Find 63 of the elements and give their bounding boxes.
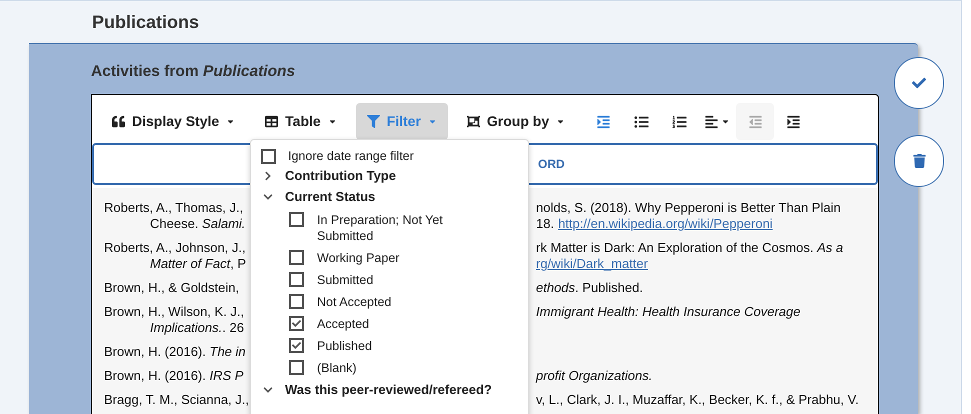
checkbox[interactable]	[289, 212, 304, 227]
chevron-right-icon	[263, 170, 273, 180]
trash-icon	[912, 154, 926, 168]
toolbar-menu[interactable]: Display Style	[101, 103, 246, 140]
checkbox[interactable]	[289, 316, 304, 331]
filter-group-header[interactable]: Was this peer-reviewed/refereed?	[261, 379, 528, 400]
filter-option-label: In Preparation; Not Yet Submitted	[317, 212, 444, 244]
citation-text: ethods. Published.	[536, 280, 643, 296]
check-icon	[292, 341, 301, 350]
citation-text: profit Organizations.	[536, 368, 652, 384]
align-left-icon	[704, 114, 720, 128]
filter-option-label: Submitted	[317, 272, 374, 288]
checkbox[interactable]	[289, 250, 304, 265]
filter-option-label: Not Accepted	[317, 294, 392, 310]
page-title: Publications	[92, 10, 200, 34]
check-icon	[292, 319, 301, 328]
bullet-list-icon	[634, 114, 649, 128]
quote-icon	[112, 115, 125, 128]
citation-text: Bragg, T. M., Scianna, J.,	[104, 392, 249, 408]
citation-link[interactable]: rg/wiki/Dark_matter	[536, 256, 648, 272]
filter-icon	[366, 115, 380, 128]
keyword-label: ORD	[538, 156, 566, 173]
numbered-list-icon	[672, 114, 687, 128]
citation-text: Brown, H., Wilson, K. J.,	[104, 304, 246, 320]
citation-link[interactable]: http://en.wikipedia.org/wiki/Pepperoni	[558, 216, 773, 232]
indent-icon	[786, 114, 801, 128]
panel-title: Activities from Publications	[91, 63, 296, 80]
filter-option-label: Working Paper	[317, 250, 400, 266]
citation-text: Matter of Fact, P	[149, 256, 248, 272]
filter-group-header[interactable]: Current Status	[261, 186, 528, 207]
filter-group-header[interactable]: Contribution Type	[261, 165, 528, 186]
chevron-down-icon	[263, 192, 273, 202]
citation-text: rk Matter is Dark: An Exploration of the Cosmos. As a	[536, 240, 844, 256]
indent-icon	[596, 114, 611, 128]
citation-text: 18.	[536, 216, 554, 232]
toolbar-menu[interactable]: Group by	[456, 103, 576, 140]
citation-text: Roberts, A., Johnson, J.,	[104, 240, 247, 256]
confirm-button[interactable]	[894, 57, 944, 109]
filter-option-label: Published	[317, 338, 373, 354]
citation-text: Immigrant Health: Health Insurance Coverage	[536, 304, 800, 320]
filter-option-label: Ignore date range filter	[288, 148, 414, 166]
checkbox[interactable]	[289, 338, 304, 353]
citation-text: Roberts, A., Thomas, J.,	[104, 200, 244, 216]
table-icon	[265, 115, 278, 128]
citation-text: v, L., Clark, J. I., Muzaffar, K., Becker, K. f., & Prabhu, V.	[536, 392, 859, 408]
outdent-icon	[748, 114, 763, 128]
citation-text: Brown, H., & Goldstein,	[104, 280, 240, 296]
checkbox[interactable]	[289, 360, 304, 375]
citation-text: nolds, S. (2018). Why Pepperoni is Better Than Plain	[536, 200, 841, 216]
check-icon	[912, 76, 926, 90]
chevron-down-icon	[263, 384, 273, 394]
filter-option-label: Accepted	[317, 316, 370, 332]
group-icon	[466, 115, 480, 128]
citation-text: Implications.. 26	[149, 320, 245, 336]
checkbox[interactable]	[289, 294, 304, 309]
checkbox[interactable]	[289, 272, 304, 287]
citation-text: Brown, H. (2016). IRS P	[104, 368, 244, 384]
checkbox[interactable]	[261, 149, 276, 164]
citation-text: Brown, H. (2016). The in	[104, 344, 247, 360]
delete-button[interactable]	[894, 135, 944, 187]
citation-text: Cheese. Salami.	[149, 216, 246, 232]
filter-option-label: (Blank)	[317, 360, 358, 376]
toolbar-menu[interactable]: Table	[254, 103, 348, 140]
